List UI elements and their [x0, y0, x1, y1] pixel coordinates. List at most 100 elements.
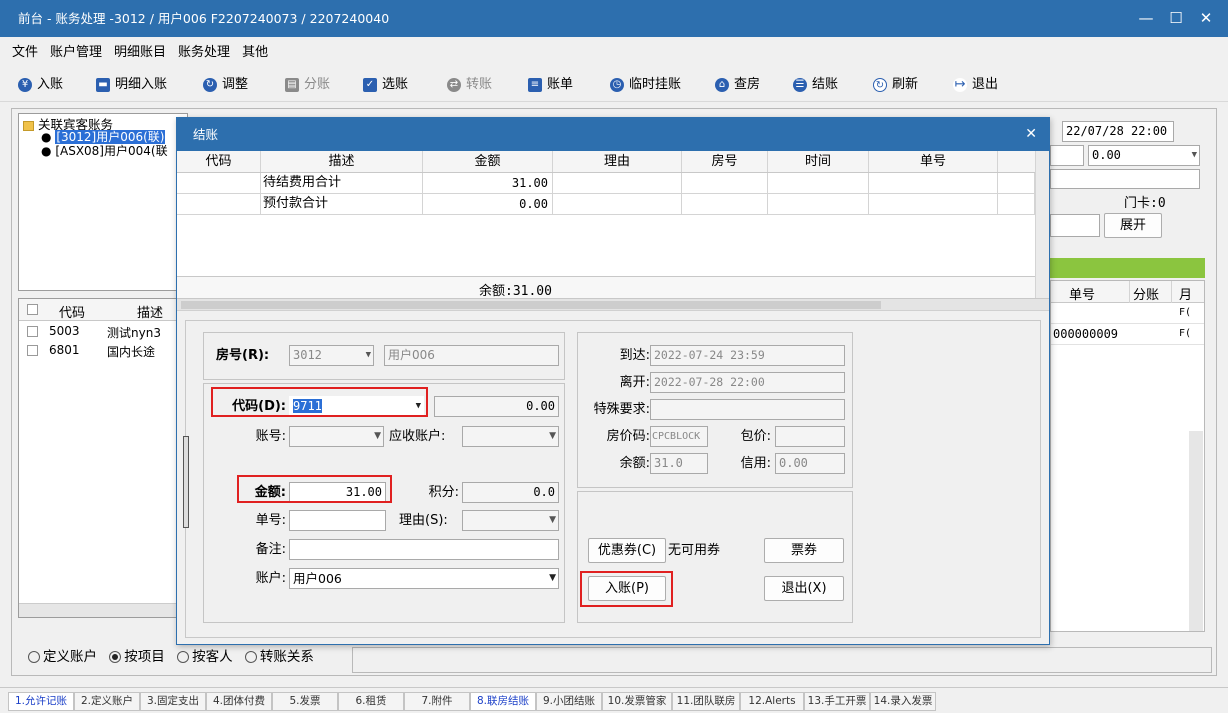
table-row[interactable]: F(	[1051, 304, 1204, 324]
menu-accounting[interactable]: 账务处理	[172, 41, 236, 65]
close-icon[interactable]: ✕	[1188, 0, 1224, 37]
credit-field[interactable]: 0.00	[775, 453, 845, 474]
account-no-dropdown[interactable]: ▼	[289, 426, 384, 447]
tab-fixed-expense[interactable]: 3.固定支出	[140, 692, 206, 711]
side-field[interactable]	[1050, 214, 1100, 237]
tab-alerts[interactable]: 12.Alerts	[740, 692, 804, 711]
tab-manual-invoice[interactable]: 13.手工开票	[804, 692, 870, 711]
code-amount-field[interactable]: 0.00	[434, 396, 559, 417]
arrive-label: 到达:	[619, 348, 650, 363]
select-button[interactable]: ✓ 选账	[363, 68, 408, 102]
temp-charge-button[interactable]: ◷ 临时挂账	[610, 68, 681, 102]
table-row[interactable]: 待结费用合计 31.00	[177, 173, 1035, 194]
tab-linked-room-checkout[interactable]: 8.联房结账	[470, 692, 536, 711]
voucher-button[interactable]: 票券	[764, 538, 844, 563]
radio-transfer-relation[interactable]: 转账关系	[244, 649, 314, 665]
tree-item[interactable]: ● [ASX08]用户004(联	[41, 145, 168, 158]
column-header-room[interactable]: 房号	[682, 151, 768, 172]
table-row[interactable]: 5003 测试nyn3	[19, 323, 187, 341]
column-header-bill-no[interactable]: 单号	[869, 151, 998, 172]
column-header-amount[interactable]: 金额	[423, 151, 553, 172]
column-header-time[interactable]: 时间	[768, 151, 869, 172]
tab-define-account[interactable]: 2.定义账户	[74, 692, 140, 711]
departure-date-field[interactable]: 22/07/28 22:00	[1062, 121, 1174, 142]
depart-field[interactable]: 2022-07-28 22:00	[650, 372, 845, 393]
split-icon: ▤	[285, 78, 299, 92]
tree-item[interactable]: ● [3012]用户006(联)	[41, 130, 166, 144]
tab-group-payment[interactable]: 4.团体付费	[206, 692, 272, 711]
tab-invoice-manager[interactable]: 10.发票管家	[602, 692, 672, 711]
tab-lease[interactable]: 6.租赁	[338, 692, 404, 711]
horizontal-scrollbar[interactable]	[19, 603, 187, 617]
scroll-thumb[interactable]	[181, 301, 881, 309]
table-row[interactable]: 6801 国内长途	[19, 342, 187, 360]
bill-button[interactable]: ≡ 账单	[528, 68, 573, 102]
balance-label: 余额:	[619, 456, 650, 471]
rate-code-field[interactable]: CPCBLOCK	[650, 426, 708, 447]
expand-button[interactable]: 展开	[1104, 213, 1162, 238]
coupon-button[interactable]: 优惠券(C)	[588, 538, 666, 563]
transfer-button[interactable]: ⇄ 转账	[447, 68, 492, 102]
row-checkbox[interactable]	[27, 345, 38, 356]
side-field[interactable]	[1050, 169, 1200, 189]
table-row[interactable]: 预付款合计 0.00	[177, 194, 1035, 215]
radio-by-guest[interactable]: 按客人	[177, 649, 233, 665]
vertical-scrollbar[interactable]	[1189, 431, 1203, 631]
column-header-reason[interactable]: 理由	[553, 151, 682, 172]
special-request-field[interactable]	[650, 399, 845, 420]
menu-account-management[interactable]: 账户管理	[44, 41, 108, 65]
door-card-count: 门卡:0	[1124, 196, 1166, 211]
refresh-button[interactable]: ↻ 刷新	[873, 68, 918, 102]
arrive-field[interactable]: 2022-07-24 23:59	[650, 345, 845, 366]
column-header-bill-no[interactable]: 单号	[1069, 284, 1095, 303]
tab-small-group-checkout[interactable]: 9.小团结账	[536, 692, 602, 711]
checkout-button[interactable]: ☰ 结账	[793, 68, 838, 102]
row-checkbox[interactable]	[27, 326, 38, 337]
menu-file[interactable]: 文件	[6, 41, 44, 65]
menu-detail-accounts[interactable]: 明细账目	[108, 41, 172, 65]
points-field[interactable]: 0.0	[462, 482, 559, 503]
select-all-checkbox[interactable]	[27, 304, 38, 315]
splitter-handle[interactable]	[183, 436, 189, 528]
amount-dropdown[interactable]: 0.00 ▼	[1088, 145, 1200, 166]
yen-icon: ¥	[18, 78, 32, 92]
tab-team-linked-room[interactable]: 11.团队联房	[672, 692, 740, 711]
reason-dropdown[interactable]: ▼	[462, 510, 559, 531]
ticket-no-field[interactable]	[289, 510, 386, 531]
package-field[interactable]	[775, 426, 845, 447]
adjust-button[interactable]: ↻ 调整	[203, 68, 248, 102]
column-header-desc[interactable]: 描述	[137, 302, 163, 321]
ar-account-dropdown[interactable]: ▼	[462, 426, 559, 447]
menu-other[interactable]: 其他	[236, 41, 274, 65]
room-dropdown[interactable]: 3012 ▼	[289, 345, 374, 366]
remark-label: 备注:	[255, 542, 286, 557]
column-header-code[interactable]: 代码	[177, 151, 261, 172]
tab-enter-invoice[interactable]: 14.录入发票	[870, 692, 936, 711]
radio-by-item[interactable]: 按项目	[109, 649, 165, 665]
guest-name-field[interactable]: 用户006	[384, 345, 559, 366]
exit-button[interactable]: ↦ 退出	[953, 68, 998, 102]
radio-define-account[interactable]: 定义账户	[28, 649, 97, 665]
column-header-code[interactable]: 代码	[59, 302, 85, 321]
post-button[interactable]: ¥ 入账	[18, 68, 63, 102]
tab-attachment[interactable]: 7.附件	[404, 692, 470, 711]
exit-button[interactable]: 退出(X)	[764, 576, 844, 601]
check-room-button[interactable]: ⌂ 查房	[715, 68, 760, 102]
tab-allow-charge[interactable]: 1.允许记账	[8, 692, 74, 711]
tab-invoice[interactable]: 5.发票	[272, 692, 338, 711]
side-field[interactable]	[1050, 145, 1084, 166]
horizontal-scrollbar[interactable]	[177, 299, 1049, 311]
close-icon[interactable]: ✕	[1025, 118, 1037, 151]
balance-field[interactable]: 31.0	[650, 453, 708, 474]
column-header-month[interactable]: 月	[1179, 284, 1192, 303]
column-header-split[interactable]: 分账	[1133, 284, 1159, 303]
table-row[interactable]: 000000009 F(	[1051, 325, 1204, 345]
room-label: 房号(R):	[216, 348, 270, 363]
account-dropdown[interactable]: 用户006 ▼	[289, 568, 559, 589]
vertical-scrollbar[interactable]	[1035, 151, 1049, 298]
split-button[interactable]: ▤ 分账	[285, 68, 330, 102]
detail-post-button[interactable]: ▬ 明细入账	[96, 68, 167, 102]
remark-field[interactable]	[289, 539, 559, 560]
window-title: 前台 - 账务处理 -3012 / 用户006 F2207240073 / 22…	[18, 11, 390, 26]
column-header-desc[interactable]: 描述	[261, 151, 423, 172]
